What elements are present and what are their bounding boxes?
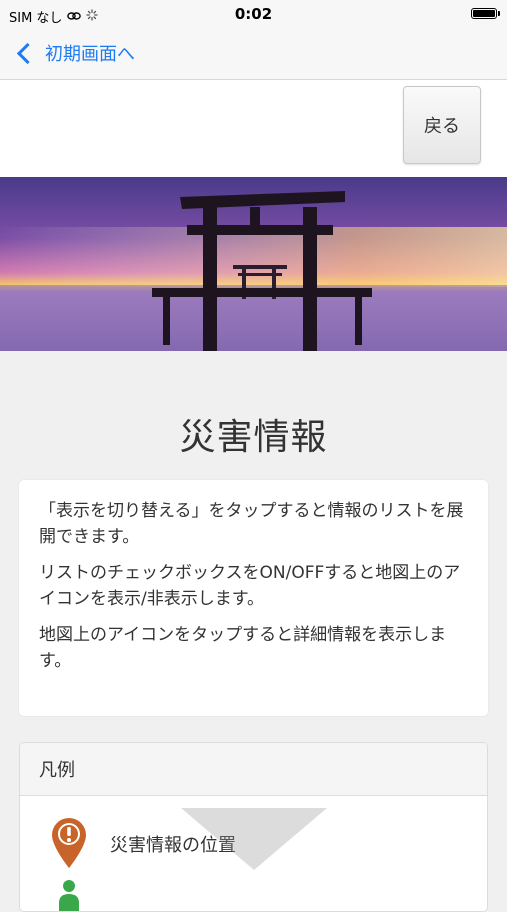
info-paragraph-checkbox: リストのチェックボックスをON/OFFすると地図上のアイコンを表示/非表示します… bbox=[39, 563, 461, 609]
back-button[interactable]: 戻る bbox=[403, 86, 481, 164]
legend-item-person bbox=[58, 879, 80, 911]
battery-icon bbox=[471, 8, 500, 19]
page-title: 災害情報 bbox=[179, 417, 328, 458]
disaster-pin-icon bbox=[50, 817, 88, 873]
back-to-home-link[interactable]: 初期画面へ bbox=[14, 40, 135, 66]
chevron-left-icon bbox=[16, 42, 39, 64]
back-to-home-label: 初期画面へ bbox=[45, 44, 135, 65]
status-bar: SIM なし 0:02 bbox=[0, 0, 507, 30]
top-bar: 戻る bbox=[0, 80, 507, 177]
person-icon bbox=[58, 879, 80, 911]
info-paragraph-map-icon: 地図上のアイコンをタップすると詳細情報を表示します。 bbox=[39, 625, 447, 671]
banner-image bbox=[0, 177, 507, 351]
navigation-bar: 初期画面へ bbox=[0, 30, 507, 80]
overlay-arrow-icon bbox=[181, 808, 327, 870]
info-paragraph-toggle: 「表示を切り替える」をタップすると情報のリストを展開できます。 bbox=[39, 501, 464, 547]
info-card: 「表示を切り替える」をタップすると情報のリストを展開できます。 リストのチェック… bbox=[19, 480, 488, 716]
status-time: 0:02 bbox=[234, 5, 273, 23]
legend-header: 凡例 bbox=[20, 743, 487, 796]
